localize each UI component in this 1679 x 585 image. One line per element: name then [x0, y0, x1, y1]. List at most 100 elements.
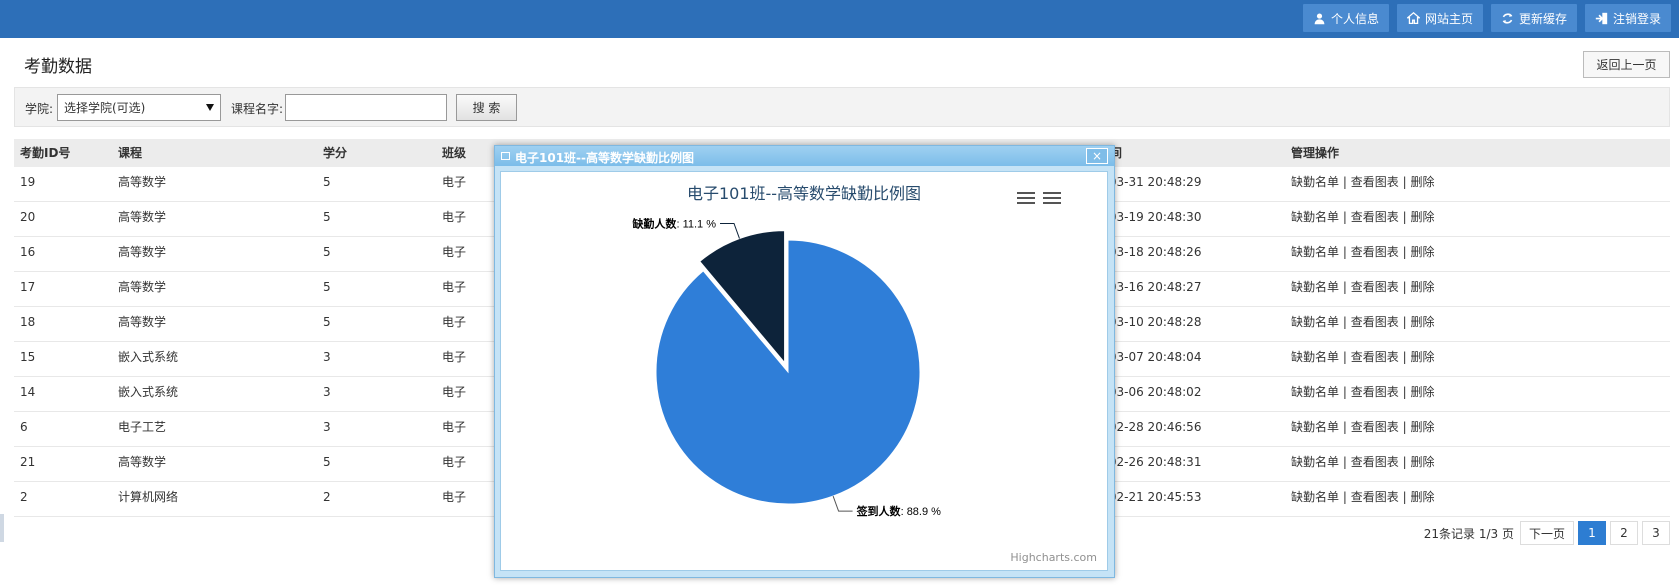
cell-course: 嵌入式系统	[118, 385, 179, 399]
absent-list-link[interactable]: 缺勤名单	[1291, 175, 1339, 189]
absent-list-link[interactable]: 缺勤名单	[1291, 420, 1339, 434]
cell-course: 高等数学	[118, 455, 167, 469]
cell-class: 电子	[442, 490, 467, 504]
absent-list-link[interactable]: 缺勤名单	[1291, 210, 1339, 224]
cell-course: 高等数学	[118, 175, 167, 189]
view-chart-link[interactable]: 查看图表	[1351, 280, 1399, 294]
cell-class: 电子	[442, 420, 467, 434]
cell-course: 计算机网络	[118, 490, 179, 504]
print-menu-icon[interactable]	[1043, 192, 1061, 206]
cell-id: 2	[20, 490, 28, 504]
delete-link[interactable]: 删除	[1410, 350, 1434, 364]
dialog-titlebar[interactable]: 电子101班--高等数学缺勤比例图 ×	[495, 146, 1114, 166]
absent-list-link[interactable]: 缺勤名单	[1291, 490, 1339, 504]
data-label-name: 签到人数	[856, 504, 902, 518]
course-name-input[interactable]	[285, 94, 447, 121]
column-header: 课程	[118, 146, 143, 160]
absent-list-link[interactable]: 缺勤名单	[1291, 245, 1339, 259]
absent-list-link[interactable]: 缺勤名单	[1291, 455, 1339, 469]
cell-credit: 5	[323, 315, 331, 329]
cell-credit: 5	[323, 455, 331, 469]
cell-course: 电子工艺	[118, 420, 167, 434]
logout-icon	[1595, 12, 1608, 24]
separator: |	[1342, 315, 1347, 329]
college-select[interactable]: 选择学院(可选)	[57, 94, 221, 121]
cell-class: 电子	[442, 175, 467, 189]
page-button-3[interactable]: 3	[1642, 521, 1670, 545]
chart-container: 签到人数: 88.9 % 缺勤人数: 11.1 % 电子101班--高等数学缺勤比…	[500, 171, 1108, 571]
separator: |	[1342, 490, 1347, 504]
credits-link[interactable]: Highcharts.com	[1010, 551, 1097, 564]
refresh-icon	[1502, 12, 1513, 24]
pie-chart: 签到人数: 88.9 % 缺勤人数: 11.1 %	[631, 217, 941, 519]
absent-list-link[interactable]: 缺勤名单	[1291, 280, 1339, 294]
refresh-cache-button[interactable]: 更新缓存	[1490, 4, 1577, 32]
cell-class: 电子	[442, 245, 467, 259]
home-button[interactable]: 网站主页	[1396, 4, 1483, 32]
absent-list-link[interactable]: 缺勤名单	[1291, 315, 1339, 329]
view-chart-link[interactable]: 查看图表	[1351, 245, 1399, 259]
separator: |	[1342, 350, 1347, 364]
delete-link[interactable]: 删除	[1410, 280, 1434, 294]
profile-button[interactable]: 个人信息	[1302, 4, 1389, 32]
row-actions: 缺勤名单 | 查看图表 | 删除	[1291, 412, 1434, 442]
view-chart-link[interactable]: 查看图表	[1351, 210, 1399, 224]
delete-link[interactable]: 删除	[1410, 385, 1434, 399]
separator: |	[1342, 175, 1347, 189]
view-chart-link[interactable]: 查看图表	[1351, 385, 1399, 399]
export-menu-icon[interactable]	[1017, 192, 1035, 206]
cell-class: 电子	[442, 455, 467, 469]
separator: |	[1402, 210, 1407, 224]
separator: |	[1342, 245, 1347, 259]
cell-class: 电子	[442, 210, 467, 224]
view-chart-link[interactable]: 查看图表	[1351, 315, 1399, 329]
dialog-title: 电子101班--高等数学缺勤比例图	[515, 151, 695, 165]
cell-class: 电子	[442, 280, 467, 294]
delete-link[interactable]: 删除	[1410, 210, 1434, 224]
top-nav: 个人信息 网站主页 更新缓存 注销登录	[1302, 4, 1671, 32]
cell-id: 18	[20, 315, 36, 329]
back-button[interactable]: 返回上一页	[1583, 51, 1670, 78]
view-chart-link[interactable]: 查看图表	[1351, 455, 1399, 469]
pie-slice[interactable]	[655, 239, 921, 505]
refresh-label: 更新缓存	[1518, 11, 1567, 26]
delete-link[interactable]: 删除	[1410, 315, 1434, 329]
separator: |	[1402, 245, 1407, 259]
row-actions: 缺勤名单 | 查看图表 | 删除	[1291, 272, 1434, 302]
page-button-1[interactable]: 1	[1578, 521, 1606, 545]
absent-list-link[interactable]: 缺勤名单	[1291, 350, 1339, 364]
page-button-2[interactable]: 2	[1610, 521, 1638, 545]
view-chart-link[interactable]: 查看图表	[1351, 420, 1399, 434]
course-name-label: 课程名字:	[231, 102, 284, 116]
delete-link[interactable]: 删除	[1410, 490, 1434, 504]
caret-down-icon	[206, 104, 214, 111]
close-button[interactable]: ×	[1086, 148, 1108, 164]
row-actions: 缺勤名单 | 查看图表 | 删除	[1291, 342, 1434, 372]
separator: |	[1402, 385, 1407, 399]
delete-link[interactable]: 删除	[1410, 420, 1434, 434]
absent-list-link[interactable]: 缺勤名单	[1291, 385, 1339, 399]
logout-label: 注销登录	[1612, 11, 1661, 26]
filter-bar: 学院: 选择学院(可选) 课程名字: 搜 索	[14, 87, 1670, 127]
data-label: 缺勤人数: 11.1 %	[631, 217, 716, 231]
cell-id: 20	[20, 210, 36, 224]
delete-link[interactable]: 删除	[1410, 455, 1434, 469]
next-page-button[interactable]: 下一页	[1519, 521, 1574, 545]
view-chart-link[interactable]: 查看图表	[1351, 490, 1399, 504]
window-icon	[501, 152, 510, 160]
logout-button[interactable]: 注销登录	[1584, 4, 1671, 32]
pagination: 21条记录 1/3 页 下一页 1 2 3	[1424, 521, 1670, 545]
search-button[interactable]: 搜 索	[456, 94, 517, 121]
cell-course: 高等数学	[118, 280, 167, 294]
separator: |	[1342, 420, 1347, 434]
column-header: 考勤ID号	[20, 146, 71, 160]
delete-link[interactable]: 删除	[1410, 175, 1434, 189]
page-title: 考勤数据	[24, 57, 92, 77]
separator: |	[1402, 175, 1407, 189]
view-chart-link[interactable]: 查看图表	[1351, 350, 1399, 364]
cell-id: 21	[20, 455, 36, 469]
delete-link[interactable]: 删除	[1410, 245, 1434, 259]
cell-course: 高等数学	[118, 210, 167, 224]
home-icon	[1406, 11, 1420, 24]
view-chart-link[interactable]: 查看图表	[1351, 175, 1399, 189]
